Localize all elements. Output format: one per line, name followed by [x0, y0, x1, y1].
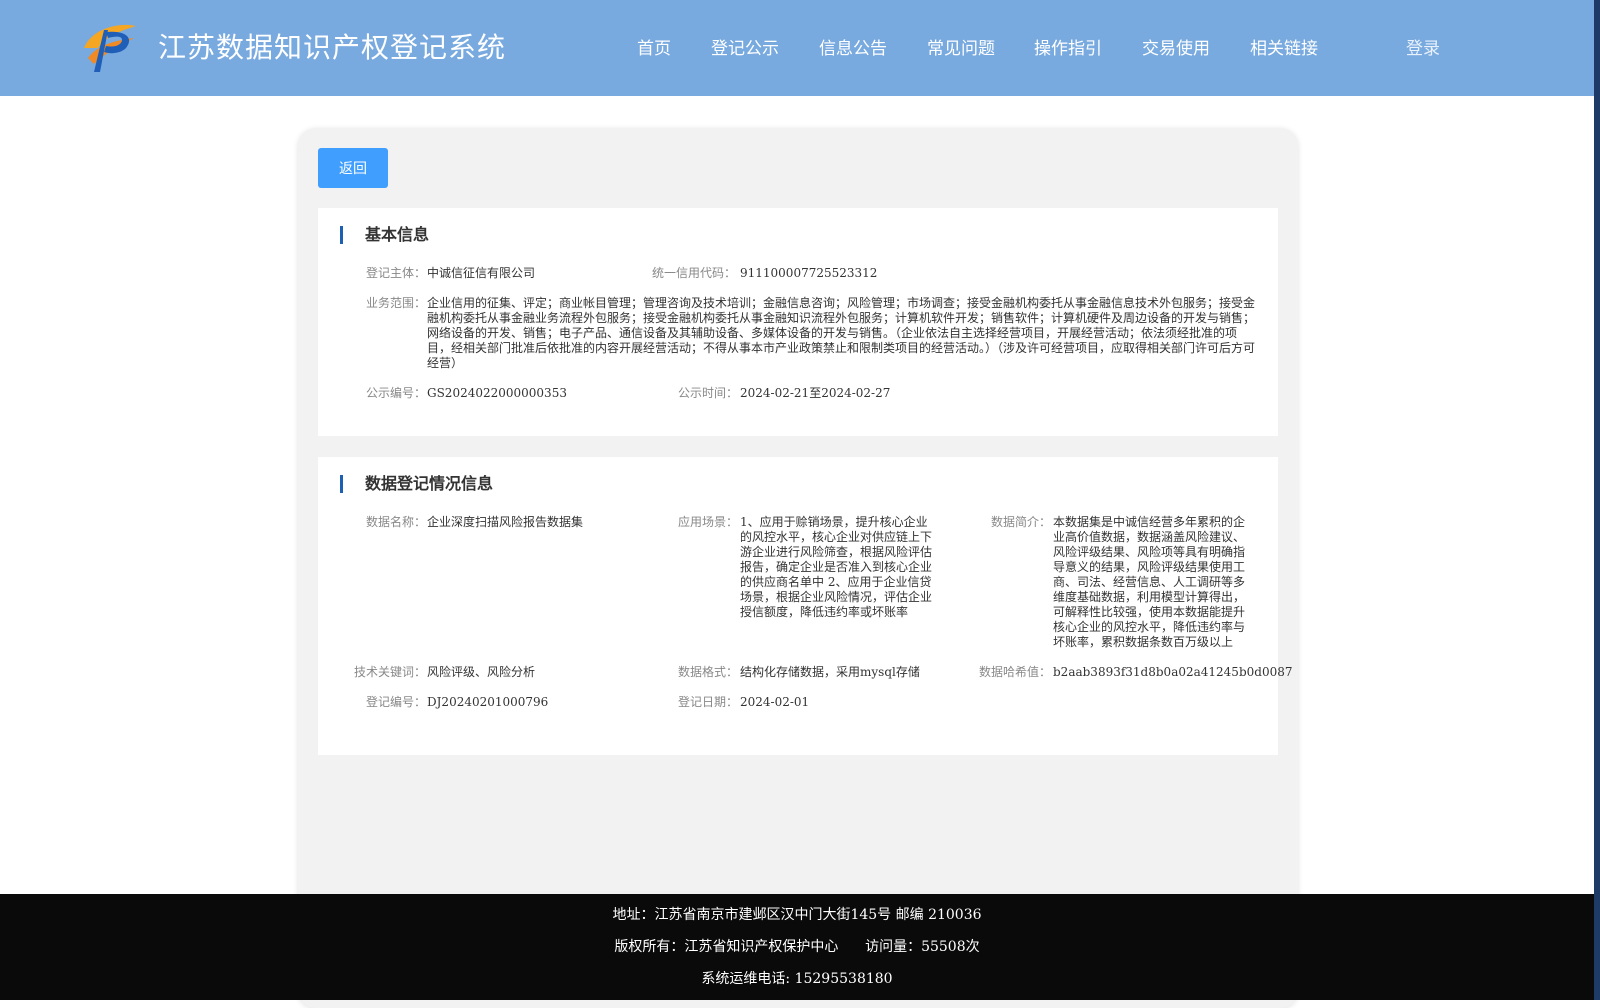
nav-operation-guide[interactable]: 操作指引	[1034, 34, 1102, 59]
nav-registration-notice[interactable]: 登记公示	[711, 34, 779, 59]
site-title: 江苏数据知识产权登记系统	[158, 31, 507, 64]
data-registration-title: 数据登记情况信息	[340, 475, 493, 493]
footer-phone: 系统运维电话: 15295538180	[701, 971, 893, 987]
application-scene-value: 1、应用于赊销场景，提升核心企业的风控水平，核心企业对供应链上下游企业进行风险筛…	[740, 515, 933, 619]
data-format-label: 数据格式：	[677, 665, 738, 679]
site-logo-icon[interactable]	[78, 18, 142, 74]
notice-no-label: 公示编号：	[365, 386, 426, 400]
data-hash-value: b2aab3893f31d8b0a02a41245b0d0087	[1053, 665, 1293, 679]
notice-no-value: GS2024022000000353	[427, 386, 567, 400]
registration-no-label: 登记编号：	[365, 695, 426, 709]
site-header: 江苏数据知识产权登记系统 首页 登记公示 信息公告 常见问题 操作指引 交易使用…	[0, 0, 1594, 96]
footer-address: 地址：江苏省南京市建邺区汉中门大街145号 邮编 210036	[612, 907, 982, 923]
notice-time-label: 公示时间：	[677, 386, 738, 400]
registration-date-value: 2024-02-01	[740, 695, 810, 709]
data-name-label: 数据名称：	[365, 515, 426, 529]
nav-transaction-use[interactable]: 交易使用	[1142, 34, 1210, 59]
tech-keywords-label: 技术关键词：	[353, 665, 426, 679]
basic-info-card: 基本信息 登记主体： 中诚信征信有限公司 统一信用代码： 91110000772…	[318, 208, 1278, 436]
page-scrollbar[interactable]	[1594, 0, 1600, 1000]
nav-info-announcement[interactable]: 信息公告	[819, 34, 887, 59]
business-scope-label: 业务范围：	[365, 296, 426, 310]
credit-code-label: 统一信用代码：	[651, 266, 736, 280]
nav-related-links[interactable]: 相关链接	[1250, 34, 1318, 59]
nav-home[interactable]: 首页	[637, 34, 671, 59]
login-link[interactable]: 登录	[1406, 34, 1440, 59]
footer-copyright: 版权所有：江苏省知识产权保护中心 访问量：55508次	[614, 939, 980, 955]
data-intro-label: 数据简介：	[990, 515, 1051, 529]
registration-no-value: DJ20240201000796	[427, 695, 549, 709]
data-name-value: 企业深度扫描风险报告数据集	[427, 515, 584, 529]
data-intro-value: 本数据集是中诚信经营多年累积的企业高价值数据，数据涵盖风险建议、风险评级结果、风…	[1053, 515, 1246, 649]
notice-time-value: 2024-02-21至2024-02-27	[740, 386, 891, 400]
site-footer: 地址：江苏省南京市建邺区汉中门大街145号 邮编 210036 版权所有：江苏省…	[0, 894, 1594, 1000]
data-format-value: 结构化存储数据，采用mysql存储	[740, 665, 920, 679]
basic-info-title: 基本信息	[340, 226, 429, 244]
detail-panel: 返回 基本信息 登记主体： 中诚信征信有限公司 统一信用代码： 91110000…	[298, 128, 1298, 1008]
application-scene-label: 应用场景：	[677, 515, 738, 529]
subject-label: 登记主体：	[365, 266, 426, 280]
registration-date-label: 登记日期：	[677, 695, 738, 709]
tech-keywords-value: 风险评级、风险分析	[427, 665, 536, 679]
credit-code-value: 911100007725523312	[740, 266, 878, 280]
back-button[interactable]: 返回	[318, 148, 388, 188]
data-hash-label: 数据哈希值：	[978, 665, 1051, 679]
subject-value: 中诚信征信有限公司	[427, 266, 536, 280]
business-scope-value: 企业信用的征集、评定；商业帐目管理；管理咨询及技术培训；金融信息咨询；风险管理；…	[427, 296, 1256, 370]
nav-faq[interactable]: 常见问题	[927, 34, 995, 59]
data-registration-card: 数据登记情况信息 数据名称： 企业深度扫描风险报告数据集 应用场景： 1、应用于…	[318, 457, 1292, 755]
